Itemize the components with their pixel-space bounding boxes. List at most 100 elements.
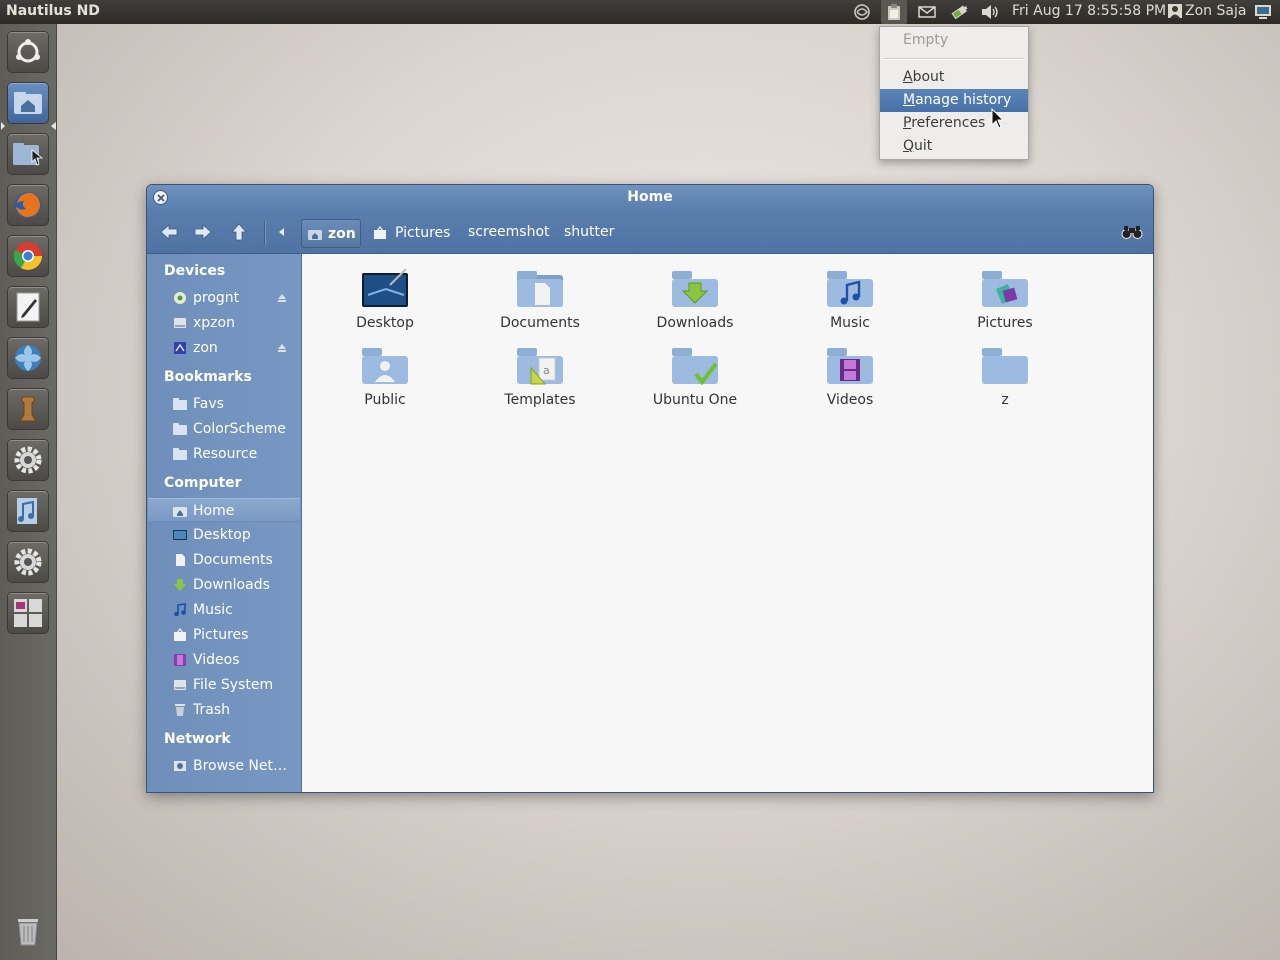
svg-text:a: a [543,364,550,377]
toolbar-separator [264,221,266,245]
sidebar-item-label: Trash [193,702,230,718]
breadcrumb-screemshot[interactable]: screemshot [468,221,550,245]
sidebar-item-browse-network[interactable]: Browse Net… [148,754,300,778]
file-item-label: Downloads [656,315,734,331]
file-item-pictures[interactable]: Pictures [940,269,1070,331]
sidebar-item-home[interactable]: Home [148,498,300,522]
file-item-label: z [1001,392,1009,408]
file-item-label: Desktop [356,315,414,331]
sidebar-item-label: ColorScheme [193,421,286,437]
menu-item-quit[interactable]: Quit [880,135,1028,158]
search-binoculars-icon[interactable] [1119,221,1145,243]
optical-disc-icon [174,292,186,304]
sidebar-item-documents[interactable]: Documents [148,548,300,572]
sidebar-item-resource[interactable]: Resource [148,442,300,466]
launcher [0,24,57,960]
settings-gear-icon[interactable] [7,541,49,583]
sidebar-item-videos[interactable]: Videos [148,648,300,672]
sidebar-item-zon[interactable]: zon [148,336,300,360]
sidebar-item-label: Downloads [193,577,270,593]
clipboard-icon[interactable] [881,0,907,24]
sidebar-item-desktop[interactable]: Desktop [148,523,300,547]
sidebar-item-xpzon[interactable]: xpzon [148,311,300,335]
file-item-templates[interactable]: a Templates [475,346,605,408]
file-item-label: Pictures [977,315,1033,331]
menu-item-preferences[interactable]: Preferences [880,112,1028,135]
mail-icon[interactable] [916,0,938,24]
file-manager-icon[interactable] [7,133,49,175]
window-titlebar[interactable]: Home [147,185,1153,211]
sidebar-item-colorscheme[interactable]: ColorScheme [148,417,300,441]
volume-icon[interactable] [979,0,1001,24]
sidebar-item-label: zon [193,340,218,356]
sidebar-item-label: Desktop [193,527,251,543]
eject-icon[interactable] [278,344,286,352]
file-item-documents[interactable]: Documents [475,269,605,331]
eject-icon[interactable] [278,294,286,302]
network-icon[interactable] [851,0,873,24]
sidebar-item-music[interactable]: Music [148,598,300,622]
file-item-label: Public [364,392,406,408]
folder-icon [173,398,187,410]
breadcrumb-shutter[interactable]: shutter [564,221,614,245]
trash-icon[interactable] [7,910,49,952]
chrome-icon[interactable] [7,235,49,277]
workspace-switcher-icon[interactable] [7,592,49,634]
battery-icon[interactable] [947,0,971,24]
shutter-icon[interactable] [7,337,49,379]
sidebar-item-downloads[interactable]: Downloads [148,573,300,597]
forward-arrow-icon[interactable] [191,221,215,243]
close-icon[interactable] [153,190,168,205]
home-folder-icon [173,507,187,517]
menu-mnemonic: A [903,69,913,85]
toolbar: zon Pictures screemshot shutter [147,211,1153,254]
ubuntu-dash-icon[interactable] [7,31,49,73]
templates-folder-icon: a [517,348,563,385]
menu-item-label: bout [912,69,945,85]
file-item-public[interactable]: Public [320,346,450,408]
menu-item-about[interactable]: About [880,66,1028,89]
firefox-icon[interactable] [7,184,49,226]
sidebar-item-trash[interactable]: Trash [148,698,300,722]
file-item-label: Music [830,315,870,331]
settings-gear-icon[interactable] [7,439,49,481]
clock[interactable]: Fri Aug 17 8:55:58 PM [1012,3,1166,19]
folder-icon [982,348,1028,384]
back-arrow-icon[interactable] [157,221,181,243]
file-item-z[interactable]: z [940,346,1070,408]
app-title: Nautilus ND [6,3,100,19]
sidebar-item-prognt[interactable]: prognt [148,286,300,310]
audio-tool-icon[interactable] [7,490,49,532]
sidebar-item-file-system[interactable]: File System [148,673,300,697]
breadcrumb-home[interactable]: zon [301,219,361,248]
menu-item-manage-history[interactable]: Manage history [880,89,1028,112]
chess-icon[interactable] [7,388,49,430]
file-item-desktop[interactable]: Desktop [320,269,450,331]
user-icon [1168,4,1182,18]
text-editor-icon[interactable] [7,286,49,328]
sidebar-item-label: Videos [193,652,240,668]
sidebar-item-label: File System [193,677,274,693]
user-menu[interactable]: Zon Saja [1168,3,1246,19]
breadcrumb-label: zon [328,225,356,242]
session-icon[interactable] [1252,0,1274,24]
file-item-videos[interactable]: Videos [785,346,915,408]
file-item-music[interactable]: Music [785,269,915,331]
sidebar-item-label: xpzon [193,315,235,331]
breadcrumb-label: Pictures [395,224,451,241]
sidebar-item-favs[interactable]: Favs [148,392,300,416]
sidebar-item-pictures[interactable]: Pictures [148,623,300,647]
breadcrumb-pictures[interactable]: Pictures [373,221,450,245]
home-folder-icon[interactable] [7,82,49,124]
breadcrumb-scroll-left-icon[interactable] [275,221,289,243]
sidebar-item-label: Music [193,602,233,618]
sidebar-item-label: Documents [193,552,273,568]
up-arrow-icon[interactable] [227,221,251,243]
sidebar-item-label: Pictures [193,627,249,643]
folder-icon [173,423,187,435]
clipboard-indicator-menu: Empty About Manage history Preferences Q… [879,26,1029,160]
file-item-label: Videos [826,392,874,408]
file-item-downloads[interactable]: Downloads [630,269,760,331]
file-item-ubuntu-one[interactable]: Ubuntu One [630,346,760,408]
sidebar-item-label: Favs [193,396,224,412]
